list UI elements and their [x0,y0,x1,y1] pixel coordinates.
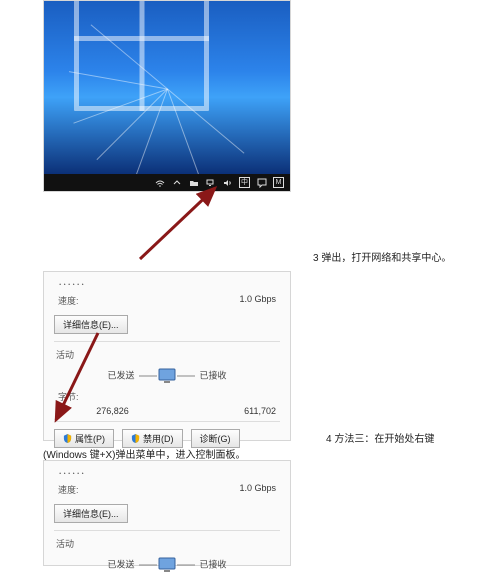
speed-label-2: 速度: [58,483,79,496]
activity-section-label: 活动 [44,344,290,363]
speed-value-2: 1.0 Gbps [239,483,276,496]
chevron-up-icon[interactable] [171,177,182,188]
details-button[interactable]: 详细信息(E)... [54,315,128,334]
caption-step-4: 4 方法三：在开始处右键 [326,430,434,445]
m-icon[interactable]: M [273,177,284,188]
arrow-annotation-1 [130,183,230,266]
speed-value: 1.0 Gbps [239,294,276,307]
network-status-dialog-1: ．．．．．． 速度: 1.0 Gbps 详细信息(E)... 活动 已发送 已接收… [43,271,291,441]
activity-section-label-2: 活动 [44,533,290,552]
action-center-icon[interactable] [256,177,267,188]
wifi-icon[interactable] [154,177,165,188]
sent-label: 已发送 [107,370,134,380]
ime-icon[interactable]: 中 [239,177,250,188]
disable-button-label: 禁用(D) [143,432,174,445]
taskbar: 中 M [44,174,290,191]
duration-label: ．．．．．． [58,275,90,288]
network-icon[interactable] [205,177,216,188]
sent-label-2: 已发送 [107,559,134,569]
caption-winx: (Windows 键+X)弹出菜单中，进入控制面板。 [43,446,246,461]
desktop-screenshot: 中 M [43,0,291,192]
properties-button-label: 属性(P) [75,432,105,445]
activity-diagram-2: 已发送 已接收 [44,552,290,576]
activity-diagram: 已发送 已接收 [44,363,290,387]
volume-icon[interactable] [222,177,233,188]
folder-icon[interactable] [188,177,199,188]
network-status-dialog-2: ．．．．．． 速度:1.0 Gbps 详细信息(E)... 活动 已发送 已接收 [43,460,291,566]
window-frame-graphic [74,0,209,111]
recv-value: 611,702 [167,406,276,416]
caption-step-3: 3 弹出，打开网络和共享中心。 [313,249,451,264]
bytes-label: 字节: [58,390,79,403]
details-button-2[interactable]: 详细信息(E)... [54,504,128,523]
speed-label: 速度: [58,294,79,307]
desktop-wallpaper [44,1,290,176]
recv-label-2: 已接收 [200,559,227,569]
sent-value: 276,826 [58,406,167,416]
recv-label: 已接收 [200,370,227,380]
